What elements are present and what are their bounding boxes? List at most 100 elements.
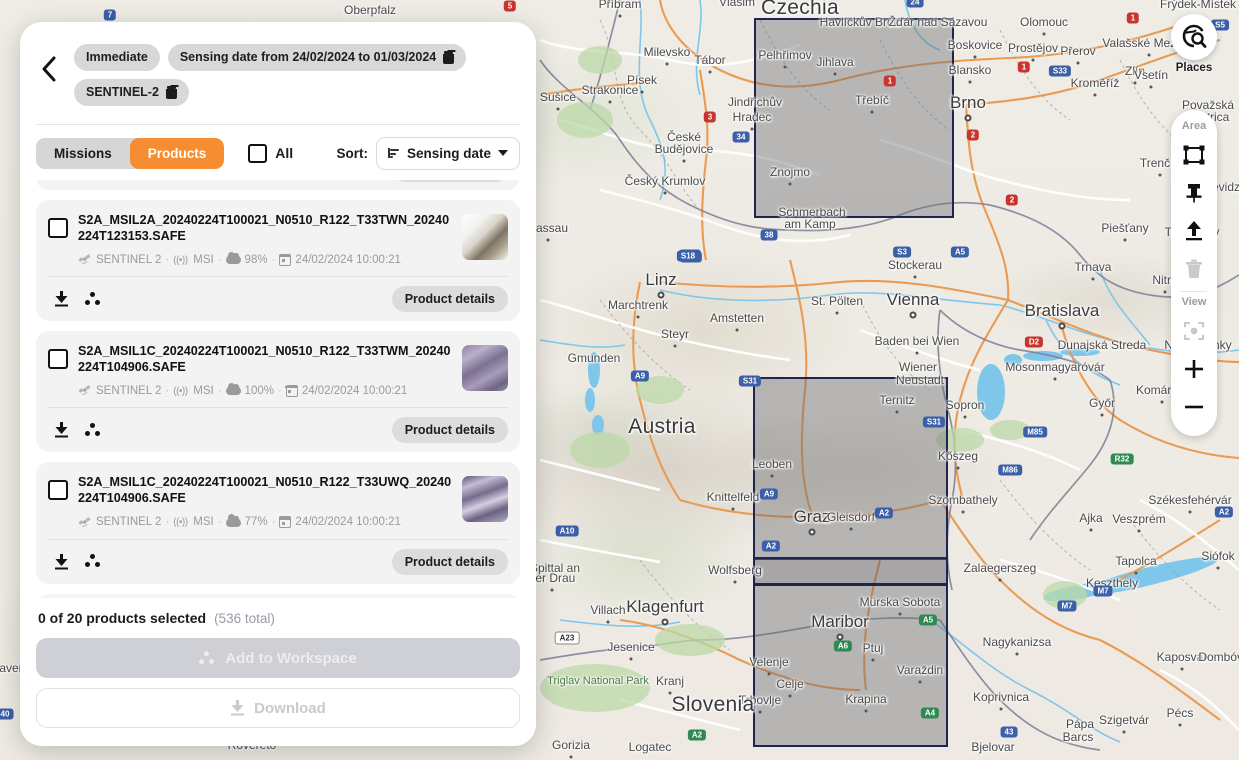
product-card-actions: Product details <box>48 277 508 321</box>
meta-separator: · <box>217 516 222 528</box>
product-select-checkbox[interactable] <box>48 349 68 370</box>
workspace-dots-icon <box>84 554 102 569</box>
product-details-button[interactable]: Product details <box>391 286 508 313</box>
product-info: S2A_MSIL1C_20240224T100021_N0510_R122_T3… <box>78 474 452 528</box>
workspace-dots-icon <box>84 291 102 307</box>
select-all-control[interactable]: All <box>248 143 294 163</box>
zoom-in-icon <box>1185 360 1203 378</box>
filter-chip[interactable]: Immediate <box>74 44 160 71</box>
add-product-to-workspace-button[interactable] <box>80 180 106 182</box>
filter-chip-label: SENTINEL-2 <box>86 85 159 99</box>
sort-label: Sort: <box>336 145 368 161</box>
map-tools-panel[interactable]: Area View <box>1171 110 1217 436</box>
satellite-icon <box>78 385 91 396</box>
meta-separator: · <box>165 516 170 528</box>
product-details-button[interactable]: Product details <box>391 548 508 575</box>
trash-icon[interactable] <box>443 51 455 64</box>
total-count-text: (536 total) <box>214 611 275 626</box>
sort-order-icon <box>387 148 400 159</box>
filter-chip[interactable]: SENTINEL-2 <box>74 79 189 106</box>
workspace-dots-icon <box>84 422 102 438</box>
download-product-button[interactable] <box>48 549 74 575</box>
pin-button[interactable] <box>1174 174 1214 212</box>
places-button[interactable] <box>1171 14 1217 60</box>
antenna-icon: ((•)) <box>173 385 188 397</box>
product-mission: SENTINEL 2 <box>96 384 162 397</box>
selection-summary: 0 of 20 products selected (536 total) <box>36 604 520 638</box>
calendar-icon <box>285 384 298 397</box>
download-button[interactable]: Download <box>36 688 520 728</box>
product-card-actions: Product details <box>48 179 508 191</box>
tab-products[interactable]: Products <box>129 137 225 170</box>
product-card-actions: Product details <box>48 540 508 584</box>
product-metadata: SENTINEL 2 · ((•)) MSI · 98% · 24/02/2024 10:00… <box>78 251 452 266</box>
delete-button[interactable] <box>1174 250 1214 288</box>
zoom-out-icon <box>1185 405 1203 409</box>
select-all-label: All <box>275 145 294 162</box>
cloud-icon <box>225 251 241 265</box>
chevron-left-icon <box>42 56 56 82</box>
cloud-icon <box>225 514 241 527</box>
filter-chip[interactable]: Sensing date from 24/02/2024 to 01/03/20… <box>167 44 467 71</box>
panel-header: Immediate Sensing date from 24/02/2024 to… <box>20 22 536 106</box>
sort-dropdown[interactable]: Sensing date <box>375 136 520 170</box>
upload-button[interactable] <box>1174 212 1214 250</box>
product-card[interactable]: S2A_MSIL1C_20240224T100021_N0510_R122_T3… <box>36 462 520 584</box>
results-toolbar: Missions Products All Sort: Sensing date <box>20 125 536 180</box>
view-mode-segmented-control[interactable]: Missions Products <box>36 137 225 170</box>
sort-control: Sort: Sensing date <box>336 136 520 170</box>
product-sensing-date: 24/02/2024 10:00:21 <box>295 516 401 528</box>
meta-separator: · <box>217 384 222 397</box>
antenna-icon: ((•)) <box>173 517 188 528</box>
add-product-to-workspace-button[interactable] <box>80 286 106 312</box>
workspace-dots-icon <box>199 650 216 666</box>
product-card-actions: Product details <box>48 408 508 452</box>
product-details-button[interactable]: Product details <box>391 179 508 182</box>
zoom-out-button[interactable] <box>1174 388 1214 426</box>
product-details-button[interactable]: Product details <box>391 417 508 444</box>
product-sensing-date: 24/02/2024 10:00:21 <box>301 384 408 397</box>
tab-missions[interactable]: Missions <box>36 138 130 170</box>
center-view-button[interactable] <box>1174 312 1214 350</box>
product-card-partial[interactable]: Product details <box>36 179 520 191</box>
view-section-label: View <box>1181 296 1207 308</box>
select-all-checkbox[interactable] <box>248 143 268 163</box>
meta-separator: · <box>271 516 276 528</box>
selected-count-text: 0 of 20 products selected <box>38 610 207 626</box>
download-product-button[interactable] <box>48 180 74 182</box>
product-select-checkbox[interactable] <box>48 480 68 501</box>
meta-separator: · <box>165 384 170 397</box>
product-name: S2A_MSIL1C_20240224T100021_N0510_R122_T3… <box>78 475 452 506</box>
product-thumbnail <box>462 213 508 260</box>
product-name: S2A_MSIL1C_20240224T100021_N0510_R122_T3… <box>78 344 451 375</box>
product-mission: SENTINEL 2 <box>96 253 162 266</box>
product-select-checkbox[interactable] <box>48 217 68 238</box>
meta-separator: · <box>277 384 282 397</box>
product-thumbnail <box>462 345 508 392</box>
product-metadata: SENTINEL 2 · ((•)) MSI · 100% · 24/02/2024 10:0… <box>78 382 452 397</box>
meta-separator: · <box>271 253 276 266</box>
product-card-header: S2A_MSIL2A_20240224T100021_N0510_R122_T3… <box>48 200 508 276</box>
product-instrument: MSI <box>193 516 214 528</box>
download-product-button[interactable] <box>48 417 74 443</box>
add-product-to-workspace-button[interactable] <box>80 549 106 575</box>
filter-chip-label: Sensing date from 24/02/2024 to 01/03/20… <box>179 50 437 64</box>
zoom-in-button[interactable] <box>1174 350 1214 388</box>
center-view-icon <box>1183 321 1205 341</box>
search-results-panel: Immediate Sensing date from 24/02/2024 to… <box>20 22 536 746</box>
trash-icon[interactable] <box>165 86 177 99</box>
product-card[interactable]: S2A_MSIL2A_20240224T100021_N0510_R122_T3… <box>36 199 520 322</box>
satellite-icon <box>78 516 91 527</box>
trash-icon <box>1186 259 1202 278</box>
product-name: S2A_MSIL2A_20240224T100021_N0510_R122_T3… <box>78 212 450 243</box>
antenna-icon: ((•)) <box>173 254 188 266</box>
product-card[interactable]: S2A_MSIL1C_20240224T100021_N0510_R122_T3… <box>36 331 520 453</box>
product-card-header: S2A_MSIL1C_20240224T100021_N0510_R122_T3… <box>48 331 508 407</box>
draw-area-icon <box>1183 145 1205 165</box>
product-list[interactable]: Product details S2A_MSIL2A_20240224T10002… <box>20 179 536 598</box>
download-product-button[interactable] <box>48 286 74 312</box>
back-button[interactable] <box>34 52 64 86</box>
add-to-workspace-button[interactable]: Add to Workspace <box>36 638 520 678</box>
add-product-to-workspace-button[interactable] <box>80 417 106 443</box>
draw-area-button[interactable] <box>1174 136 1214 174</box>
